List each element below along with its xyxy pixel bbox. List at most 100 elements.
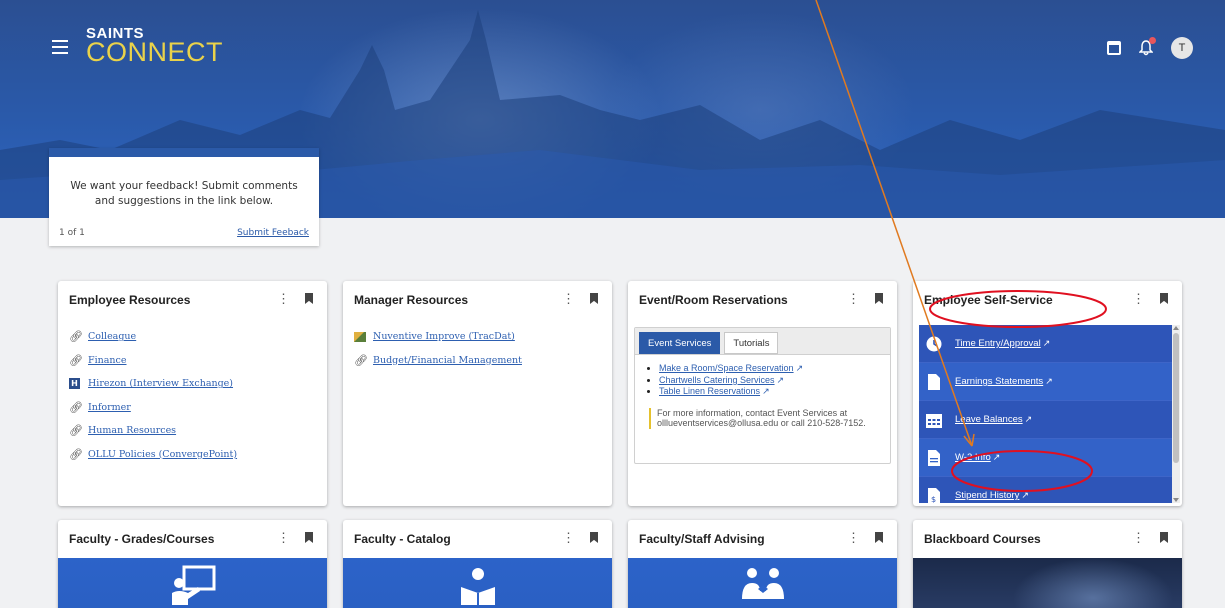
nuventive-icon <box>354 331 366 342</box>
kebab-menu-icon[interactable]: ⋮ <box>562 292 575 306</box>
tab-event-services[interactable]: Event Services <box>639 332 721 354</box>
link-icon: 🔗︎ <box>69 424 83 438</box>
list-item[interactable]: Leave Balances ↗ <box>919 401 1173 439</box>
link-icon: 🔗︎ <box>69 400 83 414</box>
calendar-grid-icon <box>919 412 949 428</box>
colleague-link[interactable]: Colleague <box>88 331 136 342</box>
kebab-menu-icon[interactable]: ⋮ <box>277 292 290 306</box>
svg-text:$: $ <box>931 495 936 504</box>
nuventive-link[interactable]: Nuventive Improve (TracDat) <box>373 331 515 342</box>
external-link-icon: ↗ <box>1045 376 1053 386</box>
external-link-icon: ↗ <box>762 386 770 397</box>
list-item: H Hirezon (Interview Exchange) <box>69 372 237 396</box>
bookmark-icon[interactable] <box>590 293 598 304</box>
manager-resources-card: Manager Resources ⋮ Nuventive Improve (T… <box>343 281 612 506</box>
card-banner[interactable] <box>58 558 327 608</box>
brand-logo: SAINTS CONNECT <box>86 26 223 66</box>
list-item[interactable]: $ Stipend History ↗ <box>919 477 1173 503</box>
bookmark-icon[interactable] <box>1160 293 1168 304</box>
link-icon: 🔗︎ <box>69 353 83 367</box>
card-banner-photo[interactable] <box>913 558 1182 608</box>
card-banner[interactable] <box>343 558 612 608</box>
hirezon-icon: H <box>69 378 80 390</box>
kebab-menu-icon[interactable]: ⋮ <box>847 531 860 545</box>
bookmark-icon[interactable] <box>875 293 883 304</box>
room-reservation-link[interactable]: Make a Room/Space Reservation <box>659 363 794 373</box>
clock-icon <box>919 336 949 352</box>
link-icon: 🔗︎ <box>354 353 368 367</box>
external-link-icon: ↗ <box>776 374 785 385</box>
kebab-menu-icon[interactable]: ⋮ <box>847 292 860 306</box>
leave-balances-link[interactable]: Leave Balances <box>955 414 1023 425</box>
list-item: Make a Room/Space Reservation↗ <box>659 363 890 375</box>
bookmark-icon[interactable] <box>1160 532 1168 543</box>
bookmark-icon[interactable] <box>590 532 598 543</box>
card-title: Employee Self-Service <box>924 293 1053 307</box>
list-item: Nuventive Improve (TracDat) <box>354 325 522 349</box>
card-banner[interactable] <box>628 558 897 608</box>
list-item[interactable]: Time Entry/Approval ↗ <box>919 325 1173 363</box>
kebab-menu-icon[interactable]: ⋮ <box>562 531 575 545</box>
advising-card: Faculty/Staff Advising ⋮ <box>628 520 897 608</box>
list-item: 🔗︎ Colleague <box>69 325 237 349</box>
linen-reservations-link[interactable]: Table Linen Reservations <box>659 386 760 396</box>
notification-dot <box>1149 37 1156 44</box>
kebab-menu-icon[interactable]: ⋮ <box>277 531 290 545</box>
advising-people-icon <box>741 568 784 599</box>
hamburger-menu-icon[interactable] <box>52 40 68 54</box>
list-scrollbar[interactable] <box>1172 325 1180 503</box>
faculty-grades-card: Faculty - Grades/Courses ⋮ <box>58 520 327 608</box>
self-service-list: Time Entry/Approval ↗ Earnings Statements… <box>919 325 1173 503</box>
kebab-menu-icon[interactable]: ⋮ <box>1132 292 1145 306</box>
list-item[interactable]: W-2 Info ↗ <box>919 439 1173 477</box>
budget-link[interactable]: Budget/Financial Management <box>373 355 522 366</box>
hirezon-link[interactable]: Hirezon (Interview Exchange) <box>88 378 233 389</box>
human-resources-link[interactable]: Human Resources <box>88 425 176 436</box>
external-link-icon: ↗ <box>1021 490 1029 500</box>
document-icon <box>919 373 949 390</box>
catering-link[interactable]: Chartwells Catering Services <box>659 375 775 385</box>
link-icon: 🔗︎ <box>69 330 83 344</box>
submit-feedback-link[interactable]: Submit Feeback <box>237 228 309 238</box>
informer-link[interactable]: Informer <box>88 402 131 413</box>
faculty-catalog-card: Faculty - Catalog ⋮ <box>343 520 612 608</box>
list-item[interactable]: Earnings Statements ↗ <box>919 363 1173 401</box>
blackboard-courses-card: Blackboard Courses ⋮ <box>913 520 1182 608</box>
card-title: Manager Resources <box>354 293 469 307</box>
event-reservations-card: Event/Room Reservations ⋮ Event Services… <box>628 281 897 506</box>
earnings-statements-link[interactable]: Earnings Statements <box>955 376 1043 387</box>
time-entry-link[interactable]: Time Entry/Approval <box>955 338 1041 349</box>
link-icon: 🔗︎ <box>69 447 83 461</box>
feedback-message: We want your feedback! Submit comments a… <box>70 180 298 208</box>
stipend-history-link[interactable]: Stipend History <box>955 490 1019 501</box>
card-title: Blackboard Courses <box>924 532 1041 546</box>
tab-tutorials[interactable]: Tutorials <box>724 332 779 354</box>
finance-link[interactable]: Finance <box>88 355 126 366</box>
header-actions: T <box>1107 37 1193 59</box>
w2-info-link[interactable]: W-2 Info <box>955 452 991 463</box>
external-link-icon: ↗ <box>992 452 1001 462</box>
employee-self-service-card: Employee Self-Service ⋮ Time Entry/Appro… <box>913 281 1182 506</box>
feedback-announcement-card: We want your feedback! Submit comments a… <box>49 148 319 246</box>
calendar-icon[interactable] <box>1107 41 1121 55</box>
list-item: 🔗︎ Budget/Financial Management <box>354 349 522 373</box>
file-text-icon <box>919 449 949 466</box>
bookmark-icon[interactable] <box>875 532 883 543</box>
event-contact-info: For more information, contact Event Serv… <box>649 408 877 429</box>
list-item: 🔗︎ OLLU Policies (ConvergePoint) <box>69 443 237 467</box>
list-item: 🔗︎ Finance <box>69 349 237 373</box>
list-item: Table Linen Reservations↗ <box>659 386 890 398</box>
bookmark-icon[interactable] <box>305 532 313 543</box>
card-title: Faculty - Grades/Courses <box>69 532 215 546</box>
kebab-menu-icon[interactable]: ⋮ <box>1132 531 1145 545</box>
bookmark-icon[interactable] <box>305 293 313 304</box>
employee-resources-card: Employee Resources ⋮ 🔗︎ Colleague 🔗︎ Finan… <box>58 281 327 506</box>
card-title: Faculty/Staff Advising <box>639 532 765 546</box>
external-link-icon: ↗ <box>1042 338 1051 348</box>
reader-book-icon <box>460 568 495 605</box>
invoice-dollar-icon: $ <box>919 487 949 504</box>
notifications-bell-icon[interactable] <box>1139 37 1156 56</box>
ollu-policies-link[interactable]: OLLU Policies (ConvergePoint) <box>88 449 237 460</box>
user-avatar[interactable]: T <box>1171 37 1193 59</box>
card-title: Faculty - Catalog <box>354 532 451 546</box>
